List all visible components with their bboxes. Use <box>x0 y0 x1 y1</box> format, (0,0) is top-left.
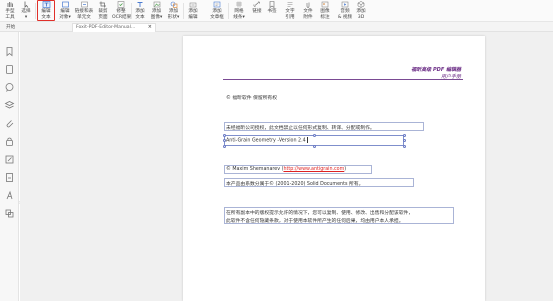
file-attachment-button[interactable]: 文件 附件 <box>301 0 315 21</box>
security-panel-icon[interactable] <box>4 132 15 146</box>
media-icon <box>337 1 353 8</box>
vertical-scrollbar[interactable] <box>547 32 553 301</box>
bookmark-button[interactable]: 书签 <box>266 0 278 21</box>
editing-text-line[interactable]: Anti-Grain Geometry -Version 2.4 <box>226 137 308 144</box>
hand-tool-button[interactable]: 手型 工具 <box>3 0 17 21</box>
left-navigation-rail <box>0 32 19 301</box>
document-canvas: 福昕高级 PDF 编辑器 用户手册 © 福昕软件 保留所有权 未经福昕公司授权，… <box>20 32 553 301</box>
page-thumbnail-icon[interactable] <box>4 60 15 74</box>
ocr-icon <box>112 1 130 8</box>
textbox-icon <box>208 1 226 8</box>
add-3d-button[interactable]: 添加 3D <box>355 0 367 21</box>
crop-icon <box>96 1 110 8</box>
pdf-page: 福昕高级 PDF 编辑器 用户手册 © 福昕软件 保留所有权 未经福昕公司授权，… <box>183 36 485 301</box>
antigrain-link[interactable]: http://www.antigrain.com <box>283 167 344 172</box>
document-tab-bar: 开始 Foxit-PDF-Editor-Manual... × <box>0 22 553 32</box>
layers-panel-icon[interactable] <box>4 96 15 109</box>
text-reference-button[interactable]: 文字 引用 <box>283 0 297 21</box>
edit-text-button[interactable]: 编辑 文本 <box>37 0 55 21</box>
link-edit-icon <box>74 1 94 8</box>
add-text-button[interactable]: 添加 文本 <box>133 0 147 21</box>
audio-video-button[interactable]: 音频 & 视频 <box>337 0 353 21</box>
add-textbox-button[interactable]: 添加 文章框 <box>208 0 226 21</box>
author-prefix: © Maxim Shemanarev ( <box>226 167 284 172</box>
content-panel-icon[interactable] <box>4 204 15 218</box>
link-edit-button[interactable]: 链接和表 单元文 <box>74 0 94 21</box>
typewriter-button[interactable]: 添加 编辑 <box>186 0 200 21</box>
document-tab-title: Foxit-PDF-Editor-Manual... <box>76 25 136 30</box>
resize-handle[interactable] <box>222 144 226 148</box>
destinations-panel-icon[interactable] <box>4 168 15 182</box>
toolbar-divider <box>183 3 184 19</box>
edit-text-icon <box>37 1 55 8</box>
image-annotation-button[interactable]: 图像 标注 <box>318 0 332 21</box>
agg-version-text[interactable]: Anti-Grain Geometry -Version 2.4 <box>226 139 306 144</box>
attachment-panel-icon[interactable] <box>4 114 15 128</box>
permission-line-2[interactable]: 此软件不含任何隐藏条款，对于使用本软件所产生的任何后果，均由用户本人承担。 <box>226 217 404 224</box>
bookmark-icon <box>266 1 278 8</box>
ribbon-toolbar: 手型 工具 选择 ▾ 编辑 文本 编辑 对象▾ 链接和表 单元文 裁剪 页面 修… <box>0 0 553 22</box>
add-shape-button[interactable]: 添加 形状▾ <box>166 0 181 21</box>
select-tool-button[interactable]: 选择 ▾ <box>19 0 33 21</box>
resize-handle[interactable] <box>402 139 406 142</box>
typewriter-icon <box>186 1 200 8</box>
resize-handle[interactable] <box>402 133 406 137</box>
hand-icon <box>3 1 17 8</box>
header-rule <box>223 79 463 80</box>
resize-handle[interactable] <box>312 144 316 148</box>
grid-icon <box>231 1 247 8</box>
quote-icon <box>283 1 297 8</box>
cursor-icon <box>19 1 33 8</box>
edit-object-button[interactable]: 编辑 对象▾ <box>57 0 73 21</box>
link-icon <box>251 1 263 8</box>
fix-ocr-button[interactable]: 修整 OCR结果 <box>112 0 131 21</box>
link-button[interactable]: 链接 <box>251 0 263 21</box>
shape-icon <box>166 1 181 8</box>
add-text-icon <box>133 1 147 8</box>
toolbar-divider <box>228 3 229 19</box>
comment-panel-icon[interactable] <box>4 78 15 92</box>
bookmark-panel-icon[interactable] <box>4 42 15 57</box>
grid-lines-button[interactable]: 网格 线条▾ <box>231 0 247 21</box>
image-icon <box>149 1 164 8</box>
close-icon[interactable]: × <box>148 24 152 30</box>
paperclip-icon <box>301 1 315 8</box>
signature-panel-icon[interactable] <box>4 150 15 164</box>
image-annotation-icon <box>318 1 332 8</box>
crop-page-button[interactable]: 裁剪 页面 <box>96 0 110 21</box>
toolbar-divider <box>131 3 132 19</box>
permission-line-1[interactable]: 在所有副本中的版权提示允许的情况下，您可以复制、使用、修改、出售和分配该软件， <box>226 209 413 216</box>
resize-handle[interactable] <box>402 144 406 148</box>
text-cursor <box>306 137 308 143</box>
document-tab[interactable]: Foxit-PDF-Editor-Manual... × <box>72 23 156 32</box>
edit-object-icon <box>57 1 73 8</box>
page-header-title: 福昕高级 PDF 编辑器 <box>411 67 461 73</box>
toolbar-divider <box>35 3 36 19</box>
author-suffix: ) <box>344 167 347 172</box>
start-tab[interactable]: 开始 <box>6 24 15 30</box>
license-paragraph[interactable]: 未经福昕公司授权，此文档禁止以任何形式复制、转译、分配或制作。 <box>226 124 375 131</box>
resize-handle[interactable] <box>312 133 316 137</box>
format-panel-icon[interactable] <box>4 186 15 200</box>
add-image-button[interactable]: 添加 图像▾ <box>149 0 164 21</box>
copyright-heading[interactable]: © 福昕软件 保留所有权 <box>226 94 277 101</box>
cube-icon <box>355 1 367 8</box>
solid-documents-line[interactable]: 本产品由系数分属于© (2001-2020) Solid Documents 所… <box>226 180 363 187</box>
author-line[interactable]: © Maxim Shemanarev (http://www.antigrain… <box>226 167 346 172</box>
